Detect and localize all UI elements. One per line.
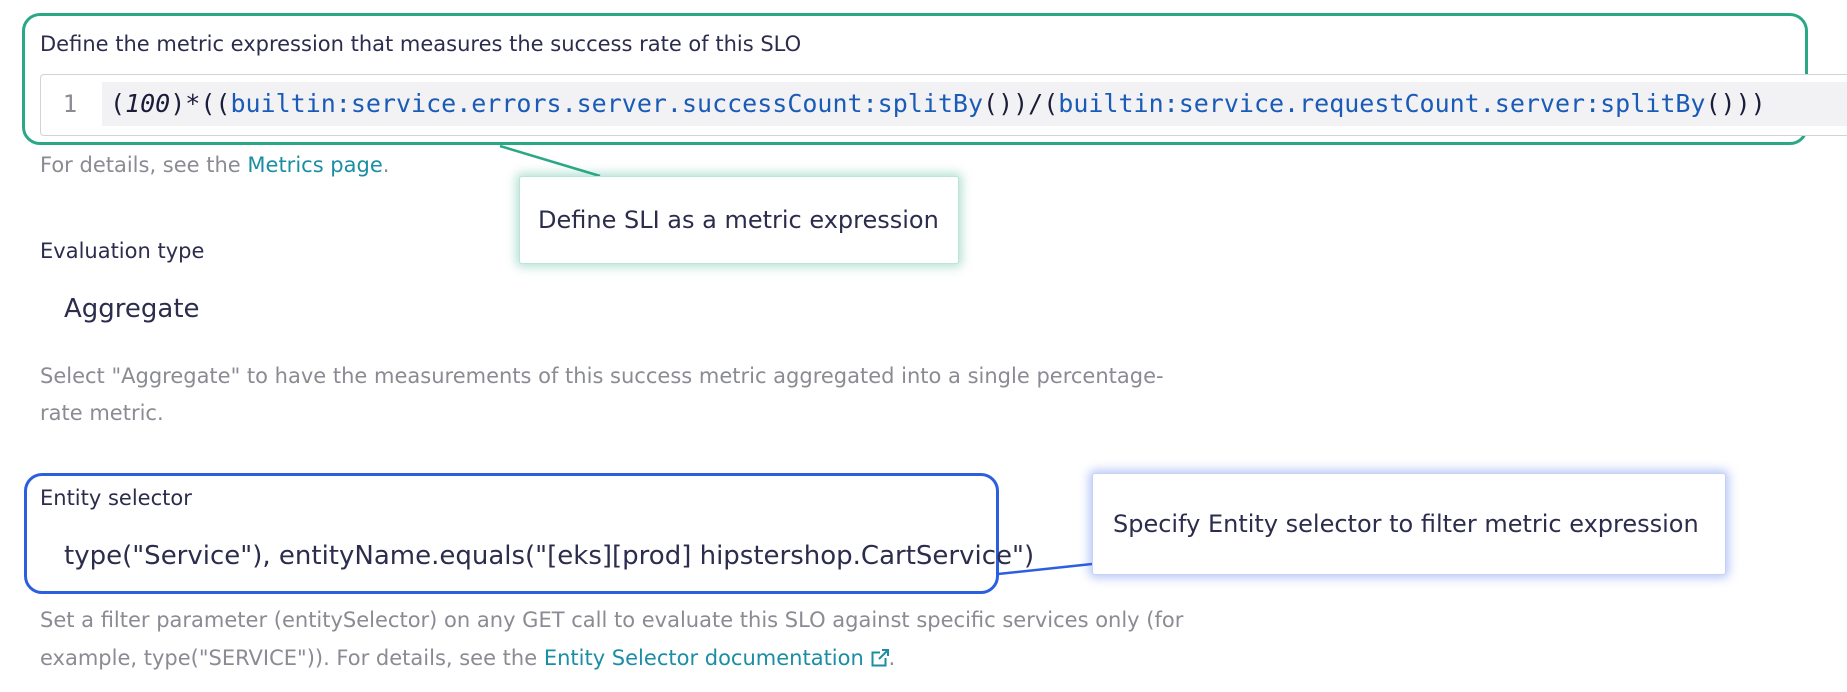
evaluation-type-help-line-1: Select "Aggregate" to have the measureme… [40, 364, 1164, 388]
code-token-metric: builtin:service.errors.server.successCou… [230, 89, 984, 118]
metric-expression-code[interactable]: (100)*((builtin:service.errors.server.su… [110, 82, 1766, 126]
entity-callout-text: Specify Entity selector to filter metric… [1113, 510, 1699, 538]
entity-selector-input[interactable]: type("Service"), entityName.equals("[eks… [64, 541, 1034, 571]
code-token-metric: builtin:service.requestCount.server:spli… [1058, 89, 1706, 118]
sli-callout-text: Define SLI as a metric expression [538, 206, 939, 234]
help-text-suffix: . [888, 646, 896, 670]
code-token-punct: ())) [1705, 89, 1766, 118]
help-text: For details, see the [40, 153, 248, 177]
metric-expression-help: For details, see the Metrics page. [40, 146, 389, 184]
metrics-page-link[interactable]: Metrics page [247, 153, 382, 177]
code-token-punct: ())/( [983, 89, 1059, 118]
line-number: 1 [62, 90, 78, 118]
entity-selector-label: Entity selector [40, 486, 192, 510]
external-link-icon [871, 649, 889, 667]
entity-selector-help-line-1: Set a filter parameter (entitySelector) … [40, 608, 1184, 632]
code-token-punct: ( [110, 89, 126, 118]
sli-connector-line [499, 144, 601, 178]
evaluation-type-value[interactable]: Aggregate [64, 294, 200, 324]
sli-callout: Define SLI as a metric expression [519, 176, 959, 264]
metric-expression-label: Define the metric expression that measur… [40, 32, 802, 56]
help-text: example, type("SERVICE")). For details, … [40, 646, 544, 670]
entity-selector-help-line-2: example, type("SERVICE")). For details, … [40, 639, 895, 677]
help-text-suffix: . [382, 153, 390, 177]
entity-selector-doc-link-text: Entity Selector documentation [543, 646, 864, 670]
code-token-num: 100 [125, 89, 171, 118]
entity-selector-doc-link[interactable]: Entity Selector documentation [544, 646, 889, 670]
evaluation-type-help-line-2: rate metric. [40, 401, 164, 425]
entity-callout: Specify Entity selector to filter metric… [1092, 473, 1726, 575]
evaluation-type-label: Evaluation type [40, 239, 205, 263]
code-token-punct: )*(( [170, 89, 231, 118]
